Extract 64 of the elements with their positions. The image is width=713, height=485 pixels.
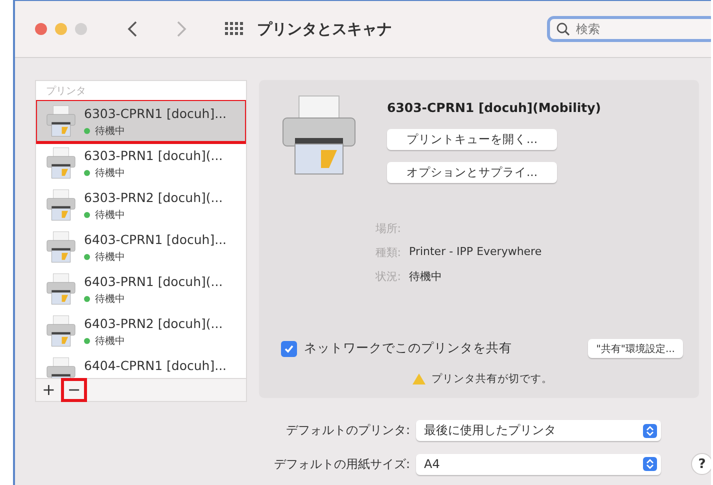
- search-input[interactable]: 検索: [574, 21, 698, 37]
- printer-icon: [46, 105, 76, 137]
- back-button[interactable]: [127, 20, 139, 38]
- info-label: 種類:: [374, 245, 401, 260]
- printer-icon: [46, 273, 76, 305]
- printer-name: 6303-PRN1 [docuh](...: [84, 148, 223, 163]
- printer-title: 6303-CPRN1 [docuh](Mobility): [387, 100, 601, 115]
- help-button[interactable]: ?: [691, 453, 711, 475]
- search-bar[interactable]: 検索: [547, 16, 711, 42]
- printer-status: 待機中: [84, 124, 227, 138]
- printer-name: 6403-CPRN1 [docuh]...: [84, 232, 227, 247]
- stepper-arrows-icon: [646, 459, 654, 469]
- printer-list-item[interactable]: 6403-PRN2 [docuh](... 待機中: [36, 310, 246, 352]
- printer-status: 待機中: [84, 292, 223, 306]
- action-button[interactable]: プリントキューを開く...: [387, 129, 557, 150]
- stepper-arrows-icon: [646, 426, 654, 436]
- window-title: プリンタとスキャナ: [257, 20, 392, 38]
- printer-status: 待機中: [84, 166, 223, 180]
- close-button[interactable]: [35, 23, 47, 35]
- status-dot: [84, 338, 90, 344]
- search-icon: [556, 22, 570, 36]
- warning-text: プリンタ共有が切です。: [432, 372, 552, 386]
- printer-list-item[interactable]: 6303-PRN2 [docuh](... 待機中: [36, 184, 246, 226]
- printer-list-item[interactable]: 6403-PRN1 [docuh](... 待機中: [36, 268, 246, 310]
- status-dot: [84, 128, 90, 134]
- printer-status: 待機中: [84, 208, 223, 222]
- printer-list-item[interactable]: 6403-CPRN1 [docuh]... 待機中: [36, 226, 246, 268]
- printer-name: 6303-PRN2 [docuh](...: [84, 190, 223, 205]
- warning-icon: [412, 373, 426, 385]
- printer-icon: [46, 147, 76, 179]
- minimize-button[interactable]: [55, 23, 67, 35]
- status-dot: [84, 212, 90, 218]
- info-value: 待機中: [409, 269, 443, 284]
- setting-dropdown[interactable]: A4: [416, 454, 661, 474]
- printer-name: 6403-PRN1 [docuh](...: [84, 274, 223, 289]
- status-dot: [84, 254, 90, 260]
- info-label: 場所:: [374, 221, 401, 236]
- printer-status: 待機中: [84, 250, 227, 264]
- list-heading: プリンタ: [45, 84, 87, 99]
- status-dot: [84, 170, 90, 176]
- printer-name: 6404-CPRN1 [docuh]...: [84, 358, 227, 373]
- share-checkbox[interactable]: [281, 340, 297, 356]
- info-value: Printer - IPP Everywhere: [409, 245, 543, 260]
- printer-list-item[interactable]: 6303-PRN1 [docuh](... 待機中: [36, 142, 246, 184]
- printer-icon: [46, 189, 76, 221]
- grid-icon[interactable]: [225, 22, 243, 36]
- printer-icon: [46, 315, 76, 347]
- status-dot: [84, 296, 90, 302]
- printer-name: 6303-CPRN1 [docuh]...: [84, 106, 227, 121]
- printer-icon: [46, 231, 76, 263]
- action-button[interactable]: オプションとサプライ...: [387, 162, 557, 183]
- add-button[interactable]: +: [36, 378, 62, 402]
- printer-name: 6403-PRN2 [docuh](...: [84, 316, 223, 331]
- setting-label: デフォルトの用紙サイズ:: [272, 456, 410, 472]
- share-label: ネットワークでこのプリンタを共有: [304, 340, 512, 357]
- printer-icon: [281, 94, 357, 176]
- setting-dropdown[interactable]: 最後に使用したプリンタ: [416, 420, 661, 441]
- printer-list-item[interactable]: 6303-CPRN1 [docuh]... 待機中: [36, 100, 246, 142]
- setting-label: デフォルトのプリンタ:: [284, 422, 410, 439]
- info-label: 状況:: [374, 269, 401, 284]
- remove-button[interactable]: −: [61, 378, 87, 402]
- printer-status: 待機中: [84, 334, 223, 348]
- checkmark-icon: [284, 344, 294, 354]
- sharing-preferences-button[interactable]: "共有"環境設定...: [588, 339, 683, 358]
